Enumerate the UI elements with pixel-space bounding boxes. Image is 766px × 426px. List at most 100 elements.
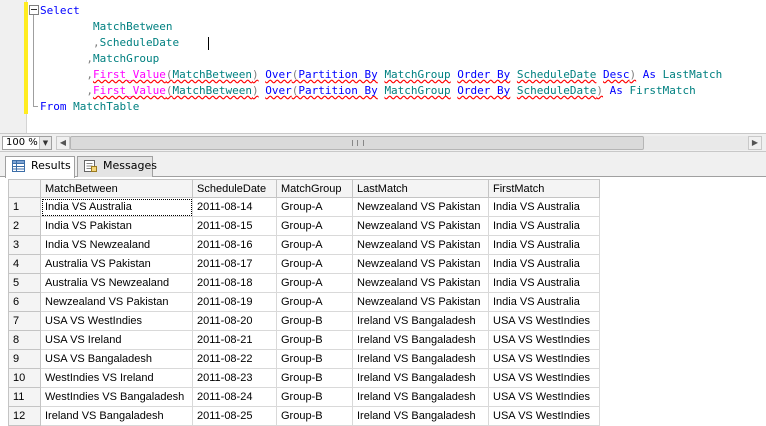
table-cell[interactable]: WestIndies VS Ireland xyxy=(40,368,193,388)
table-cell[interactable]: Group-B xyxy=(276,387,353,407)
table-cell[interactable]: Group-A xyxy=(276,235,353,255)
table-cell[interactable]: India VS Australia xyxy=(488,254,600,274)
table-cell[interactable]: 2011-08-23 xyxy=(192,368,277,388)
chevron-down-icon[interactable]: ▼ xyxy=(39,137,51,149)
table-cell[interactable]: USA VS WestIndies xyxy=(488,311,600,331)
row-number[interactable]: 10 xyxy=(8,368,41,388)
table-cell[interactable]: India VS Australia xyxy=(488,235,600,255)
zoom-select[interactable]: 100 % ▼ xyxy=(2,136,52,150)
table-cell[interactable]: India VS Australia xyxy=(488,197,600,217)
sql-editor[interactable]: Select MatchBetween ,ScheduleDate ,Match… xyxy=(0,0,766,133)
table-cell[interactable]: 2011-08-16 xyxy=(192,235,277,255)
code-token: First_Value xyxy=(92,84,166,97)
column-header[interactable]: LastMatch xyxy=(352,179,489,198)
code-token: ) xyxy=(251,84,259,97)
table-cell[interactable]: Newzealand VS Pakistan xyxy=(352,235,489,255)
row-number[interactable]: 4 xyxy=(8,254,41,274)
table-cell[interactable]: India VS Pakistan xyxy=(40,216,193,236)
table-cell[interactable]: Newzealand VS Pakistan xyxy=(352,197,489,217)
table-cell[interactable]: Newzealand VS Pakistan xyxy=(40,292,193,312)
column-header[interactable]: MatchGroup xyxy=(276,179,353,198)
horizontal-scrollbar[interactable] xyxy=(70,136,748,150)
table-row[interactable]: 9 USA VS Bangaladesh 2011-08-22 Group-B Irel… xyxy=(8,349,600,369)
table-cell[interactable]: Group-B xyxy=(276,311,353,331)
table-cell[interactable]: 2011-08-20 xyxy=(192,311,277,331)
table-cell[interactable]: USA VS WestIndies xyxy=(40,311,193,331)
row-number[interactable]: 3 xyxy=(8,235,41,255)
tab-results[interactable]: Results xyxy=(5,156,75,178)
horizontal-scroll-thumb[interactable] xyxy=(70,136,644,150)
table-row[interactable]: 10 WestIndies VS Ireland 2011-08-23 Group-B… xyxy=(8,368,600,388)
row-number[interactable]: 8 xyxy=(8,330,41,350)
row-number[interactable]: 7 xyxy=(8,311,41,331)
table-cell[interactable]: USA VS Ireland xyxy=(40,330,193,350)
code-token: ScheduleDate xyxy=(516,68,597,81)
table-cell[interactable]: Newzealand VS Pakistan xyxy=(352,292,489,312)
table-cell[interactable]: 2011-08-18 xyxy=(192,273,277,293)
table-cell[interactable]: USA VS Bangaladesh xyxy=(40,349,193,369)
table-row[interactable]: 2 India VS Pakistan 2011-08-15 Group-A Newze… xyxy=(8,216,600,236)
table-cell[interactable]: USA VS WestIndies xyxy=(488,330,600,350)
collapse-icon[interactable] xyxy=(29,5,39,15)
table-cell[interactable]: 2011-08-17 xyxy=(192,254,277,274)
row-number[interactable]: 9 xyxy=(8,349,41,369)
table-cell[interactable]: Newzealand VS Pakistan xyxy=(352,254,489,274)
table-cell[interactable]: Ireland VS Bangaladesh xyxy=(352,368,489,388)
table-cell[interactable]: Australia VS Newzealand xyxy=(40,273,193,293)
table-cell[interactable]: USA VS WestIndies xyxy=(488,368,600,388)
scroll-right-icon[interactable]: ▶ xyxy=(748,136,762,150)
row-number[interactable]: 1 xyxy=(8,197,41,217)
code-token: MatchGroup xyxy=(384,68,451,81)
table-cell[interactable]: Ireland VS Bangaladesh xyxy=(352,311,489,331)
table-row[interactable]: 5 Australia VS Newzealand 2011-08-18 Group-… xyxy=(8,273,600,293)
table-cell[interactable]: India VS Australia xyxy=(488,216,600,236)
row-number[interactable]: 5 xyxy=(8,273,41,293)
table-row[interactable]: 3 India VS Newzealand 2011-08-16 Group-A New… xyxy=(8,235,600,255)
code-token: As xyxy=(609,84,623,97)
sql-code[interactable]: Select MatchBetween ,ScheduleDate ,Match… xyxy=(40,3,722,115)
table-row[interactable]: 6 Newzealand VS Pakistan 2011-08-19 Group-A… xyxy=(8,292,600,312)
table-cell[interactable]: Group-B xyxy=(276,349,353,369)
results-grid[interactable]: MatchBetween ScheduleDate MatchGroup LastMa… xyxy=(8,179,600,426)
table-cell[interactable]: Ireland VS Bangaladesh xyxy=(352,330,489,350)
row-number[interactable]: 11 xyxy=(8,387,41,407)
table-cell[interactable]: 2011-08-22 xyxy=(192,349,277,369)
scroll-left-icon[interactable]: ◀ xyxy=(56,136,70,150)
table-cell[interactable]: USA VS WestIndies xyxy=(488,349,600,369)
table-row[interactable]: 7 USA VS WestIndies 2011-08-20 Group-B Irela… xyxy=(8,311,600,331)
table-cell[interactable]: Group-A xyxy=(276,216,353,236)
column-header[interactable]: ScheduleDate xyxy=(192,179,277,198)
table-cell[interactable]: 2011-08-24 xyxy=(192,387,277,407)
table-row[interactable]: 8 USA VS Ireland 2011-08-21 Group-B Ireland … xyxy=(8,330,600,350)
table-row[interactable]: 1 India VS Australia 2011-08-14 Group-A Newz… xyxy=(8,197,600,217)
table-cell[interactable]: India VS Newzealand xyxy=(40,235,193,255)
table-cell[interactable]: Ireland VS Bangaladesh xyxy=(352,387,489,407)
table-cell[interactable]: Group-A xyxy=(276,273,353,293)
table-cell[interactable]: Newzealand VS Pakistan xyxy=(352,273,489,293)
row-number-header[interactable] xyxy=(8,179,41,198)
table-cell[interactable]: India VS Australia xyxy=(40,197,193,217)
table-row[interactable]: 11 WestIndies VS Bangaladesh 2011-08-24 Gro… xyxy=(8,387,600,407)
column-header[interactable]: FirstMatch xyxy=(488,179,600,198)
table-cell[interactable]: Newzealand VS Pakistan xyxy=(352,216,489,236)
table-cell[interactable]: 2011-08-19 xyxy=(192,292,277,312)
table-cell[interactable]: Group-A xyxy=(276,254,353,274)
row-number[interactable]: 6 xyxy=(8,292,41,312)
table-cell[interactable]: Group-B xyxy=(276,368,353,388)
table-cell[interactable]: USA VS WestIndies xyxy=(488,387,600,407)
table-cell[interactable]: 2011-08-14 xyxy=(192,197,277,217)
table-cell[interactable]: Australia VS Pakistan xyxy=(40,254,193,274)
table-cell[interactable]: Group-A xyxy=(276,292,353,312)
table-cell[interactable]: WestIndies VS Bangaladesh xyxy=(40,387,193,407)
column-header[interactable]: MatchBetween xyxy=(40,179,193,198)
table-cell[interactable]: Ireland VS Bangaladesh xyxy=(352,349,489,369)
table-row[interactable]: 4 Australia VS Pakistan 2011-08-17 Group-A N… xyxy=(8,254,600,274)
table-cell[interactable]: Group-B xyxy=(276,330,353,350)
table-cell[interactable]: 2011-08-15 xyxy=(192,216,277,236)
tab-messages[interactable]: Messages xyxy=(77,156,157,177)
row-number[interactable]: 2 xyxy=(8,216,41,236)
table-cell[interactable]: India VS Australia xyxy=(488,273,600,293)
table-cell[interactable]: Group-A xyxy=(276,197,353,217)
table-cell[interactable]: 2011-08-21 xyxy=(192,330,277,350)
table-cell[interactable]: India VS Australia xyxy=(488,292,600,312)
